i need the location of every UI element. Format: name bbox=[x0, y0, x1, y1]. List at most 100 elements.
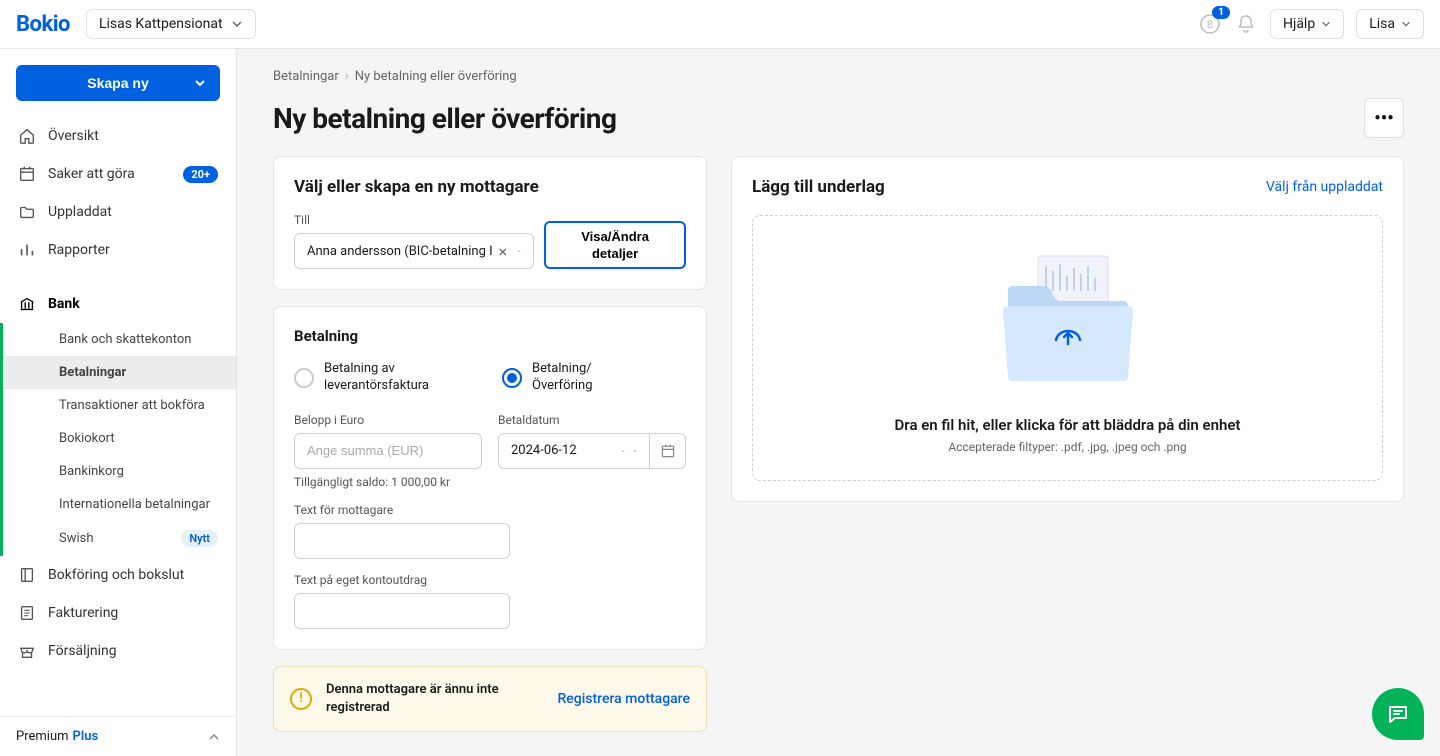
radio-transfer[interactable]: Betalning/ Överföring bbox=[502, 361, 686, 395]
chart-icon bbox=[18, 241, 36, 259]
date-value: 2024-06-12 bbox=[511, 443, 577, 458]
breadcrumb-parent[interactable]: Betalningar bbox=[273, 69, 339, 84]
register-recipient-link[interactable]: Registrera mottagare bbox=[557, 691, 690, 707]
radio-label: Betalning/ Överföring bbox=[532, 361, 593, 395]
chat-button[interactable] bbox=[1372, 688, 1424, 740]
nav-label: Rapporter bbox=[48, 242, 110, 258]
company-selector[interactable]: Lisas Kattpensionat bbox=[86, 9, 256, 39]
recipient-select[interactable]: Anna andersson (BIC-betalning I × bbox=[294, 233, 534, 269]
nav-overview[interactable]: Översikt bbox=[0, 117, 236, 155]
date-input[interactable]: 2024-06-12 bbox=[498, 433, 650, 469]
help-button[interactable]: Hjälp bbox=[1270, 9, 1344, 39]
radio-label: Betalning av leverantörsfaktura bbox=[324, 361, 478, 395]
sidebar: Skapa ny Översikt Saker att göra 20+ Upp… bbox=[0, 49, 237, 756]
amount-input[interactable] bbox=[294, 433, 482, 469]
credits-icon[interactable]: B 1 bbox=[1198, 12, 1222, 36]
chevron-down-icon bbox=[231, 18, 243, 30]
dropzone-text: Dra en fil hit, eller klicka för att blä… bbox=[773, 416, 1362, 434]
file-dropzone[interactable]: Dra en fil hit, eller klicka för att blä… bbox=[752, 215, 1383, 481]
chevron-down-icon bbox=[194, 77, 206, 89]
own-text-input[interactable] bbox=[294, 593, 510, 629]
own-text-label: Text på eget kontoutdrag bbox=[294, 573, 686, 587]
radio-icon bbox=[502, 368, 522, 388]
folder-icon bbox=[18, 203, 36, 221]
payment-card: Betalning Betalning av leverantörsfaktur… bbox=[273, 306, 707, 650]
todo-count-badge: 20+ bbox=[183, 166, 218, 183]
svg-text:B: B bbox=[1207, 20, 1213, 31]
chevron-down-icon bbox=[1321, 19, 1331, 29]
plan-footer[interactable]: Premium Plus bbox=[0, 716, 236, 756]
new-badge: Nytt bbox=[181, 530, 218, 547]
chevron-down-icon[interactable] bbox=[513, 245, 525, 257]
plan-plus: Plus bbox=[73, 729, 99, 744]
invoice-icon bbox=[18, 604, 36, 622]
plan-label: Premium bbox=[16, 729, 69, 744]
subnav-transactions[interactable]: Transaktioner att bokföra bbox=[3, 389, 236, 422]
chat-icon bbox=[1386, 702, 1410, 726]
more-menu-button[interactable]: ••• bbox=[1364, 98, 1404, 138]
nav-reports[interactable]: Rapporter bbox=[0, 231, 236, 269]
upload-title: Lägg till underlag bbox=[752, 177, 885, 197]
main-content: Betalningar › Ny betalning eller överför… bbox=[237, 49, 1440, 756]
chevron-down-icon bbox=[1401, 19, 1411, 29]
radio-invoice-payment[interactable]: Betalning av leverantörsfaktura bbox=[294, 361, 478, 395]
logo: Bokio bbox=[16, 12, 70, 37]
nav-sales[interactable]: Försäljning bbox=[0, 632, 236, 670]
subnav-inbox[interactable]: Bankinkorg bbox=[3, 455, 236, 488]
nav-label: Uppladdat bbox=[48, 204, 112, 220]
nav-invoicing[interactable]: Fakturering bbox=[0, 594, 236, 632]
subnav-accounts[interactable]: Bank och skattekonton bbox=[3, 323, 236, 356]
calendar-icon bbox=[660, 443, 676, 459]
nav-bank[interactable]: Bank bbox=[0, 285, 236, 323]
notification-badge: 1 bbox=[1212, 6, 1230, 19]
bank-icon bbox=[18, 295, 36, 313]
nav-label: Saker att göra bbox=[48, 166, 135, 182]
subnav-swish[interactable]: Swish Nytt bbox=[3, 521, 236, 556]
user-menu[interactable]: Lisa bbox=[1356, 9, 1424, 39]
create-new-button[interactable]: Skapa ny bbox=[16, 65, 220, 101]
help-label: Hjälp bbox=[1283, 16, 1315, 32]
subnav-payments[interactable]: Betalningar bbox=[3, 356, 236, 389]
nav-accounting[interactable]: Bokföring och bokslut bbox=[0, 556, 236, 594]
recipient-text-input[interactable] bbox=[294, 523, 510, 559]
app-header: Bokio Lisas Kattpensionat B 1 Hjälp Lisa bbox=[0, 0, 1440, 49]
choose-uploaded-link[interactable]: Välj från uppladdat bbox=[1266, 179, 1383, 195]
nav-uploaded[interactable]: Uppladdat bbox=[0, 193, 236, 231]
subnav-international[interactable]: Internationella betalningar bbox=[3, 488, 236, 521]
folder-upload-icon bbox=[983, 246, 1153, 396]
user-label: Lisa bbox=[1369, 16, 1395, 32]
nav-todo[interactable]: Saker att göra 20+ bbox=[0, 155, 236, 193]
nav-label: Översikt bbox=[48, 128, 99, 144]
payment-title: Betalning bbox=[294, 327, 686, 345]
calendar-button[interactable] bbox=[650, 433, 686, 469]
recipient-card: Välj eller skapa en ny mottagare Till An… bbox=[273, 156, 707, 290]
chevron-down-icon[interactable] bbox=[527, 692, 543, 706]
company-name: Lisas Kattpensionat bbox=[99, 16, 223, 32]
recipient-value: Anna andersson (BIC-betalning I bbox=[307, 244, 493, 259]
shop-icon bbox=[18, 642, 36, 660]
bell-icon[interactable] bbox=[1234, 12, 1258, 36]
create-label: Skapa ny bbox=[87, 75, 148, 91]
chevron-up-icon bbox=[208, 731, 220, 743]
breadcrumb-current: Ny betalning eller överföring bbox=[355, 69, 517, 84]
home-icon bbox=[18, 127, 36, 145]
book-icon bbox=[18, 566, 36, 584]
calendar-check-icon bbox=[18, 165, 36, 183]
subnav-bokiokort[interactable]: Bokiokort bbox=[3, 422, 236, 455]
clear-icon[interactable]: × bbox=[493, 242, 514, 261]
warning-icon: ! bbox=[290, 688, 312, 710]
dropzone-subtext: Accepterade filtyper: .pdf, .jpg, .jpeg … bbox=[773, 440, 1362, 454]
warning-banner: ! Denna mottagare är ännu inte registrer… bbox=[273, 666, 707, 732]
chevron-up-icon[interactable] bbox=[629, 445, 641, 457]
nav-label: Bank bbox=[48, 296, 80, 312]
recipient-card-title: Välj eller skapa en ny mottagare bbox=[294, 177, 686, 197]
page-title: Ny betalning eller överföring bbox=[273, 102, 617, 135]
show-details-button[interactable]: Visa/Ändra detaljer bbox=[544, 221, 686, 269]
chevron-down-icon[interactable] bbox=[617, 445, 629, 457]
bank-subnav: Bank och skattekonton Betalningar Transa… bbox=[0, 323, 236, 556]
date-label: Betaldatum bbox=[498, 413, 686, 427]
warning-text: Denna mottagare är ännu inte registrerad bbox=[326, 681, 513, 717]
nav-label: Bokföring och bokslut bbox=[48, 567, 184, 583]
upload-card: Lägg till underlag Välj från uppladdat bbox=[731, 156, 1404, 502]
radio-icon bbox=[294, 368, 314, 388]
